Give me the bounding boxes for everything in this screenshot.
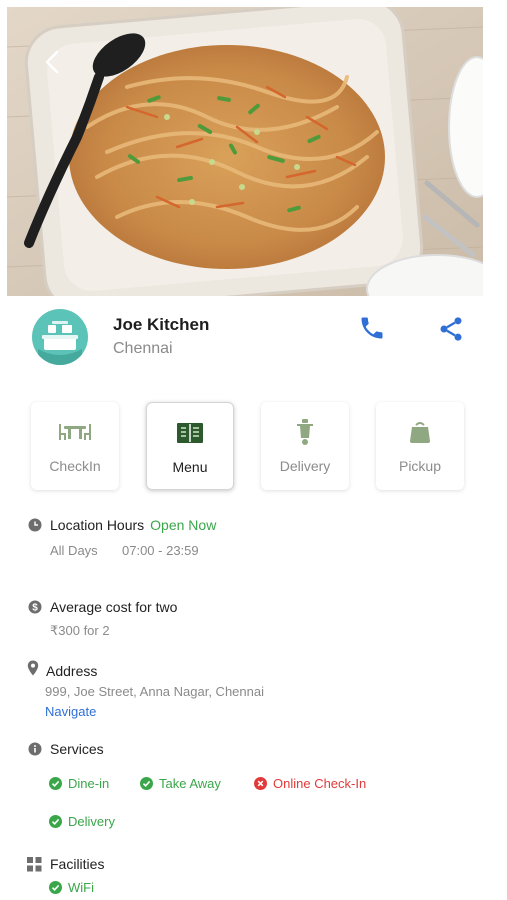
clock-icon <box>28 518 42 532</box>
delivery-tile[interactable]: Delivery <box>261 402 349 490</box>
hours-title: Location Hours <box>50 517 145 533</box>
navigate-link[interactable]: Navigate <box>45 704 96 719</box>
checkin-label: CheckIn <box>49 458 101 474</box>
table-icon <box>58 419 92 445</box>
menu-label: Menu <box>172 459 208 475</box>
open-status: Open Now <box>150 517 217 533</box>
services-title: Services <box>50 741 104 757</box>
service-label: Delivery <box>68 814 115 829</box>
svg-text:$: $ <box>32 603 38 614</box>
currency-icon: $ <box>28 600 42 614</box>
pickup-tile[interactable]: Pickup <box>376 402 464 490</box>
address-title: Address <box>46 663 98 679</box>
check-icon <box>140 777 153 790</box>
restaurant-city: Chennai <box>113 340 173 357</box>
cross-icon <box>254 777 267 790</box>
restaurant-logo <box>32 309 88 365</box>
bag-icon <box>409 419 431 445</box>
hours-title-row: Location Hours Open Now <box>50 517 216 533</box>
service-take-away: Take Away <box>140 776 221 791</box>
service-delivery: Delivery <box>49 814 115 829</box>
location-pin-icon <box>27 660 41 676</box>
scooter-icon <box>294 419 316 445</box>
cost-value: ₹300 for 2 <box>50 623 110 638</box>
share-button[interactable] <box>437 315 467 345</box>
facilities-title: Facilities <box>50 856 105 872</box>
check-icon <box>49 815 62 828</box>
facility-wifi: WiFi <box>49 880 94 895</box>
pickup-label: Pickup <box>398 458 442 474</box>
menu-book-icon <box>176 420 204 446</box>
check-icon <box>49 777 62 790</box>
service-label: Dine-in <box>68 776 110 791</box>
restaurant-name: Joe Kitchen <box>113 315 210 334</box>
address-line: 999, Joe Street, Anna Nagar, Chennai <box>45 684 264 699</box>
cost-title: Average cost for two <box>50 599 178 615</box>
delivery-label: Delivery <box>279 458 331 474</box>
restaurant-logo-icon <box>38 321 82 365</box>
call-button[interactable] <box>358 314 388 344</box>
checkin-tile[interactable]: CheckIn <box>31 402 119 490</box>
phone-icon <box>361 317 383 339</box>
service-online-check-in: Online Check-In <box>254 776 366 791</box>
chevron-left-icon <box>45 50 59 74</box>
menu-tile[interactable]: Menu <box>146 402 234 490</box>
service-label: Take Away <box>159 776 221 791</box>
service-label: Online Check-In <box>273 776 367 791</box>
back-button[interactable] <box>37 47 67 77</box>
check-icon <box>49 881 62 894</box>
hours-time: 07:00 - 23:59 <box>122 543 199 558</box>
facility-label: WiFi <box>68 880 94 895</box>
hero-food-image <box>7 7 483 296</box>
service-dine-in: Dine-in <box>49 776 109 791</box>
info-icon <box>28 742 42 756</box>
grid-icon <box>27 857 42 872</box>
hours-days: All Days <box>50 543 98 558</box>
share-icon <box>440 317 462 341</box>
